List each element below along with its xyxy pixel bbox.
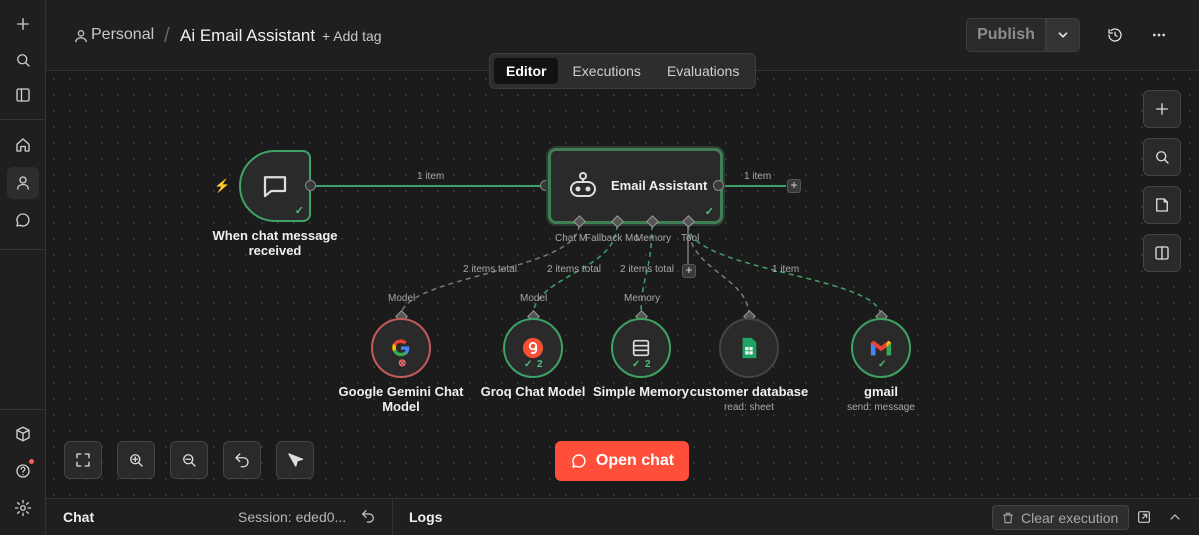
port-label: Memory <box>624 293 661 304</box>
bottom-panel: Chat Session: eded0... Logs Clear execut… <box>46 498 1199 535</box>
plus-icon[interactable] <box>7 8 39 40</box>
add-node-icon[interactable] <box>1143 90 1181 128</box>
google-icon <box>392 339 410 357</box>
edge-label: 2 items total <box>547 264 601 275</box>
workflow-title[interactable]: Ai Email Assistant <box>180 26 315 46</box>
customer-database-sub: read: sheet <box>723 402 775 413</box>
tab-evaluations[interactable]: Evaluations <box>655 58 751 84</box>
memory-node[interactable]: ✓ 2 <box>611 318 671 378</box>
workflow-canvas[interactable]: ⚡ ✓ When chat message received 1 item Em… <box>46 71 1199 498</box>
history-icon[interactable] <box>1104 24 1126 46</box>
success-check-icon: ✓ <box>704 206 714 218</box>
agent-label: Email Assistant <box>611 178 708 193</box>
customer-database-label: customer database <box>689 384 809 399</box>
trigger-output-port[interactable] <box>305 180 316 191</box>
fit-view-icon[interactable] <box>64 441 102 479</box>
breadcrumb-separator: / <box>164 25 170 47</box>
gmail-node[interactable]: ✓ <box>851 318 911 378</box>
chat-icon <box>572 454 586 468</box>
chevron-down-icon[interactable] <box>1046 18 1080 52</box>
more-icon[interactable] <box>1148 24 1170 46</box>
add-tool-button[interactable]: + <box>682 264 696 278</box>
groq-node[interactable]: ✓ 2 <box>503 318 563 378</box>
user-icon <box>74 29 88 43</box>
session-id: Session: eded0... <box>238 509 347 525</box>
popout-icon[interactable] <box>1136 509 1154 527</box>
port-label: Model <box>388 293 416 304</box>
edge-label: 2 items total <box>463 264 517 275</box>
edge-label: 2 items total <box>620 264 674 275</box>
zoom-out-icon[interactable] <box>170 441 208 479</box>
sidebar-toggle-icon[interactable] <box>7 79 39 111</box>
gemini-label: Google Gemini Chat Model <box>338 384 464 414</box>
chevron-up-icon[interactable] <box>1167 509 1185 527</box>
run-count-badge: 2 <box>537 359 543 370</box>
google-sheets-icon <box>742 337 757 359</box>
open-chat-label: Open chat <box>595 452 675 469</box>
email-assistant-node[interactable]: Email Assistant ✓ <box>548 148 723 224</box>
port-label: Fallback Mo <box>585 233 639 244</box>
chat-trigger-node[interactable]: ✓ <box>239 150 311 222</box>
chat-icon[interactable] <box>7 204 39 236</box>
error-icon: ⊗ <box>398 358 407 369</box>
logs-panel-title[interactable]: Logs <box>409 509 442 525</box>
database-icon <box>632 339 650 357</box>
tidy-up-icon[interactable] <box>276 441 314 479</box>
add-node-button[interactable]: + <box>787 179 801 193</box>
chat-panel-title[interactable]: Chat <box>63 509 94 525</box>
customer-database-node[interactable] <box>719 318 779 378</box>
success-check-icon: ✓ <box>294 205 304 217</box>
trigger-label: When chat message received <box>212 228 338 258</box>
edge-label: 1 item <box>772 264 800 275</box>
undo-icon[interactable] <box>223 441 261 479</box>
robot-icon <box>565 169 601 205</box>
gmail-icon <box>870 340 892 356</box>
reset-session-icon[interactable] <box>360 508 378 526</box>
add-tag-button[interactable]: + Add tag <box>322 28 382 44</box>
connections <box>316 182 882 317</box>
trigger-bolt-icon: ⚡ <box>214 178 231 193</box>
success-check-icon: ✓ <box>524 359 533 370</box>
success-check-icon: ✓ <box>878 359 887 370</box>
breadcrumb-project[interactable]: Personal <box>91 26 154 44</box>
left-rail <box>0 0 46 535</box>
clear-execution-label: Clear execution <box>1021 509 1119 526</box>
gmail-label: gmail <box>864 384 898 399</box>
groq-icon <box>522 337 544 359</box>
panel-toggle-icon[interactable] <box>1143 234 1181 272</box>
user-icon[interactable] <box>7 167 39 199</box>
templates-icon[interactable] <box>7 418 39 450</box>
view-tabs: Editor Executions Evaluations <box>489 53 756 89</box>
open-chat-button[interactable]: Open chat <box>555 441 689 481</box>
port-label: Memory <box>635 233 672 244</box>
port-label: Chat M <box>555 233 588 244</box>
search-nodes-icon[interactable] <box>1143 138 1181 176</box>
clear-execution-button[interactable]: Clear execution <box>992 505 1129 530</box>
gemini-node[interactable]: ⊗ <box>371 318 431 378</box>
sticky-note-icon[interactable] <box>1143 186 1181 224</box>
port-label: Tool <box>681 233 700 244</box>
memory-label: Simple Memory <box>592 384 690 399</box>
success-check-icon: ✓ <box>632 359 641 370</box>
publish-button[interactable]: Publish <box>966 18 1046 52</box>
home-icon[interactable] <box>7 129 39 161</box>
zoom-in-icon[interactable] <box>117 441 155 479</box>
gmail-sub: send: message <box>847 402 915 413</box>
groq-label: Groq Chat Model <box>480 384 586 399</box>
run-count-badge: 2 <box>645 359 651 370</box>
settings-icon[interactable] <box>7 492 39 524</box>
agent-output-port[interactable] <box>713 180 724 191</box>
trash-icon <box>1003 512 1013 523</box>
help-icon[interactable] <box>7 455 39 487</box>
port-label: Model <box>520 293 548 304</box>
tab-editor[interactable]: Editor <box>494 58 559 84</box>
edge-label: 1 item <box>744 171 772 182</box>
edge-label: 1 item <box>417 171 445 182</box>
tab-executions[interactable]: Executions <box>560 58 652 84</box>
search-icon[interactable] <box>7 44 39 76</box>
